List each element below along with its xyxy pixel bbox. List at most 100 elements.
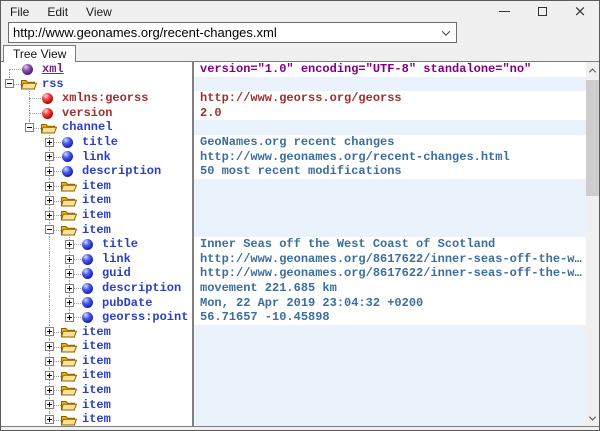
expand-expander-icon[interactable] <box>45 152 54 161</box>
tree-node-label[interactable]: item <box>79 179 111 194</box>
expand-expander-icon[interactable] <box>45 342 54 351</box>
expand-expander-icon[interactable] <box>45 371 54 380</box>
minimize-button[interactable] <box>485 1 523 22</box>
close-button[interactable]: × <box>561 1 599 22</box>
tree-node-guid[interactable]: guid <box>1 266 192 281</box>
url-dropdown-button[interactable] <box>436 23 456 42</box>
tree-node-xmlns:georss[interactable]: xmlns:georss <box>1 91 192 106</box>
expand-expander-icon[interactable] <box>65 298 74 307</box>
tree-node-label[interactable]: item <box>79 412 111 426</box>
expand-expander-icon[interactable] <box>65 313 74 322</box>
tree-node-label[interactable]: description <box>99 281 181 296</box>
tree-node-item[interactable]: item <box>1 398 192 413</box>
tree-node-label[interactable]: description <box>79 164 161 179</box>
url-combobox[interactable] <box>8 22 457 43</box>
tree-node-label[interactable]: pubDate <box>99 296 152 311</box>
tree-node-item[interactable]: item <box>1 179 192 194</box>
tree-node-item[interactable]: item <box>1 223 192 238</box>
tree-node-rss[interactable]: rss <box>1 77 192 92</box>
tree-node-version[interactable]: version <box>1 106 192 121</box>
collapse-expander-icon[interactable] <box>5 79 14 88</box>
tree-node-label[interactable]: xml <box>39 62 64 77</box>
tree-node-label[interactable]: item <box>79 398 111 413</box>
tree-node-label[interactable]: xmlns:georss <box>59 91 148 106</box>
tree-node-label[interactable]: georss:point <box>99 310 188 325</box>
value-row: 56.71657 -10.45898 <box>194 310 586 325</box>
expand-expander-icon[interactable] <box>45 138 54 147</box>
expand-expander-icon[interactable] <box>45 357 54 366</box>
tree-branch-lines <box>41 208 61 223</box>
scroll-up-button[interactable] <box>586 62 599 78</box>
tree-node-channel[interactable]: channel <box>1 120 192 135</box>
expand-expander-icon[interactable] <box>65 284 74 293</box>
menu-view[interactable]: View <box>77 2 121 21</box>
collapse-expander-icon[interactable] <box>25 123 34 132</box>
tree-node-label[interactable]: rss <box>39 77 64 92</box>
tree-node-label[interactable]: guid <box>99 266 131 281</box>
expand-expander-icon[interactable] <box>45 415 54 424</box>
expand-expander-icon[interactable] <box>65 269 74 278</box>
tree-indent-guide <box>21 398 41 413</box>
url-input[interactable] <box>9 23 436 42</box>
value-row: Inner Seas off the West Coast of Scotlan… <box>194 237 586 252</box>
tree-node-item[interactable]: item <box>1 339 192 354</box>
tree-node-label[interactable]: item <box>79 339 111 354</box>
tree-node-item[interactable]: item <box>1 412 192 426</box>
tree-node-item[interactable]: item <box>1 193 192 208</box>
tree-node-label[interactable]: item <box>79 325 111 340</box>
tree-node-link[interactable]: link <box>1 252 192 267</box>
maximize-button[interactable] <box>523 1 561 22</box>
expand-expander-icon[interactable] <box>45 167 54 176</box>
tree-node-item[interactable]: item <box>1 208 192 223</box>
expand-expander-icon[interactable] <box>65 255 74 264</box>
expand-expander-icon[interactable] <box>45 182 54 191</box>
tree-node-item[interactable]: item <box>1 383 192 398</box>
tree-node-description[interactable]: description <box>1 281 192 296</box>
expand-expander-icon[interactable] <box>45 400 54 409</box>
vertical-scrollbar[interactable] <box>586 62 599 426</box>
tree-node-title[interactable]: title <box>1 135 192 150</box>
value-row: movement 221.685 km <box>194 281 586 296</box>
tree-node-title[interactable]: title <box>1 237 192 252</box>
tree-branch-lines <box>41 368 61 383</box>
tree-node-label[interactable]: version <box>59 106 112 121</box>
expand-expander-icon[interactable] <box>45 327 54 336</box>
folder-icon <box>61 383 79 398</box>
menu-edit[interactable]: Edit <box>38 2 77 21</box>
expand-expander-icon[interactable] <box>45 196 54 205</box>
tree-node-label[interactable]: link <box>79 150 111 165</box>
expand-expander-icon[interactable] <box>45 211 54 220</box>
tree-node-xml[interactable]: xml <box>1 62 192 77</box>
tree-node-label[interactable]: item <box>79 223 111 238</box>
scrollbar-track[interactable] <box>586 78 599 410</box>
tree-node-label[interactable]: item <box>79 383 111 398</box>
tab-tree-view[interactable]: Tree View <box>3 45 76 62</box>
value-row-empty <box>194 193 586 208</box>
tree-node-georss:point[interactable]: georss:point <box>1 310 192 325</box>
tree-node-link[interactable]: link <box>1 150 192 165</box>
tree-node-label[interactable]: title <box>79 135 118 150</box>
tree-node-label[interactable]: item <box>79 354 111 369</box>
tree-node-label[interactable]: item <box>79 193 111 208</box>
expand-expander-icon[interactable] <box>45 386 54 395</box>
tree-node-item[interactable]: item <box>1 368 192 383</box>
scrollbar-thumb[interactable] <box>586 80 599 196</box>
tree-node-item[interactable]: item <box>1 354 192 369</box>
tree-branch-lines <box>41 383 61 398</box>
expand-expander-icon[interactable] <box>65 240 74 249</box>
menu-file[interactable]: File <box>1 2 38 21</box>
tree-node-label[interactable]: channel <box>59 120 112 135</box>
tree-node-label[interactable]: title <box>99 237 138 252</box>
tree-indent-guide <box>1 266 21 281</box>
scroll-down-button[interactable] <box>586 410 599 426</box>
tree-branch-lines <box>41 135 61 150</box>
value-row-empty <box>194 339 586 354</box>
tree-node-item[interactable]: item <box>1 325 192 340</box>
collapse-expander-icon[interactable] <box>45 225 54 234</box>
tree-node-description[interactable]: description <box>1 164 192 179</box>
tree-node-label[interactable]: item <box>79 368 111 383</box>
xml-tree-panel[interactable]: xmlrssxmlns:georssversionchanneltitlelin… <box>1 62 194 426</box>
tree-node-label[interactable]: item <box>79 208 111 223</box>
tree-node-label[interactable]: link <box>99 252 131 267</box>
tree-node-pubDate[interactable]: pubDate <box>1 296 192 311</box>
